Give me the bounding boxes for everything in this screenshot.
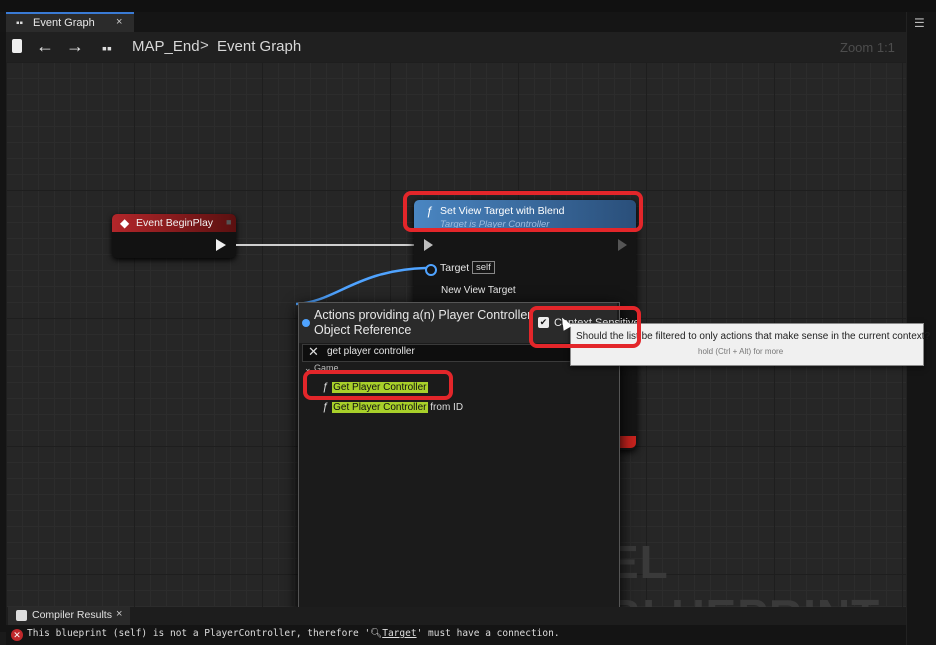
compiler-results-bar: [6, 607, 906, 625]
tab-event-graph[interactable]: ▪▪ Event Graph ×: [6, 12, 134, 32]
match-highlight: Get Player Controller: [332, 402, 428, 413]
highlight-box: [303, 370, 453, 400]
forward-arrow-icon[interactable]: →: [66, 36, 84, 57]
tab-bar: [0, 12, 906, 32]
exec-out-pin[interactable]: [216, 239, 226, 251]
error-message: This blueprint (self) is not a PlayerCon…: [27, 628, 560, 639]
compiler-icon: [16, 610, 27, 621]
self-default-value: self: [472, 261, 495, 274]
exec-out-pin[interactable]: [618, 239, 627, 251]
exec-in-pin[interactable]: [424, 239, 433, 251]
function-icon: ƒ: [322, 401, 329, 413]
error-icon: ✕: [11, 629, 23, 641]
graph-icon: ▪▪: [16, 18, 24, 29]
action-item-get-player-controller-from-id[interactable]: ƒ Get Player Controller from ID: [322, 401, 463, 413]
error-prefix: This blueprint (self) is not a PlayerCon…: [27, 628, 371, 639]
node-footer: [620, 436, 636, 448]
bookmark-icon[interactable]: [12, 39, 22, 53]
back-arrow-icon[interactable]: ←: [36, 36, 54, 57]
error-target-link[interactable]: Target: [382, 628, 416, 639]
object-type-icon: [302, 319, 310, 327]
action-menu-subtitle: Object Reference: [314, 323, 412, 337]
clear-icon[interactable]: ✕: [308, 344, 319, 360]
top-toolbar-strip: [0, 0, 936, 12]
breadcrumb-map[interactable]: MAP_End: [132, 38, 200, 55]
close-icon[interactable]: ×: [116, 608, 122, 620]
node-delegate-icon: ■: [226, 217, 232, 227]
tooltip-hint: hold (Ctrl + Alt) for more: [698, 347, 784, 356]
event-diamond-icon: ◆: [120, 216, 130, 230]
error-suffix: ' must have a connection.: [416, 628, 560, 639]
highlight-box: [529, 306, 641, 348]
zoom-level: Zoom 1:1: [840, 40, 895, 55]
tab-label: Event Graph: [33, 17, 95, 29]
tab-label: Compiler Results: [32, 609, 112, 621]
settings-icon[interactable]: ☰: [914, 16, 925, 30]
node-title: Event BeginPlay: [136, 217, 214, 229]
action-menu-title: Actions providing a(n) Player Controller: [314, 308, 532, 322]
search-icon: 🔍︎: [370, 628, 383, 639]
new-view-target-label: New View Target: [441, 285, 516, 296]
highlight-box: [403, 191, 643, 232]
search-value[interactable]: get player controller: [327, 346, 415, 357]
item-rest: from ID: [427, 402, 464, 413]
object-wire: [296, 266, 427, 306]
target-label: Target: [440, 262, 470, 274]
graph-icon: ▪▪: [102, 40, 112, 56]
close-icon[interactable]: ×: [116, 16, 122, 28]
breadcrumb-separator: >: [200, 37, 209, 54]
breadcrumb-graph: Event Graph: [217, 38, 302, 55]
exec-wire: [236, 244, 416, 246]
